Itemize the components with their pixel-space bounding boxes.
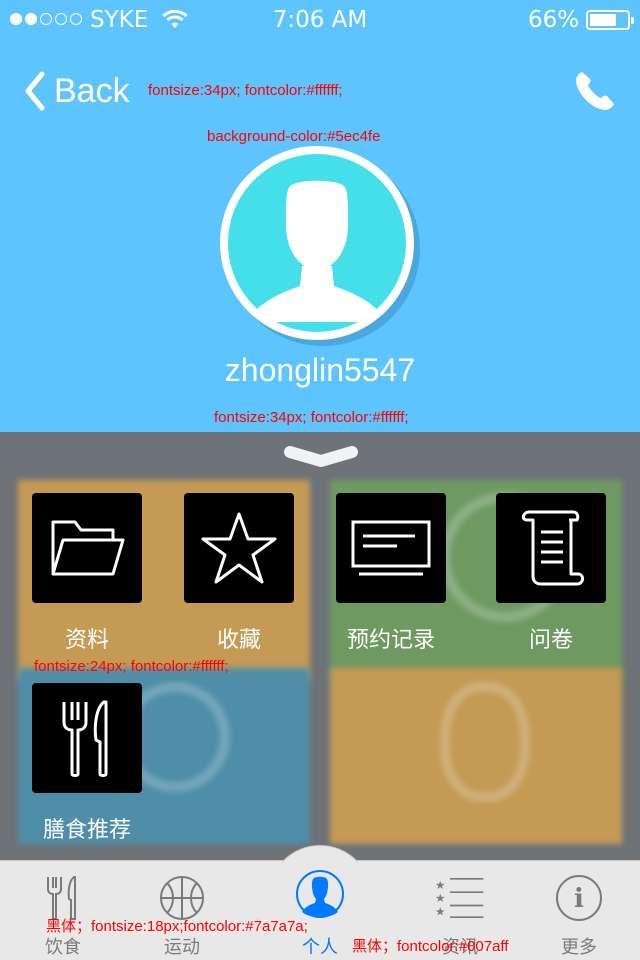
spec-note-tab-active: 黑体；fontcolor:#007aff bbox=[352, 938, 509, 955]
spec-note-background: background-color:#5ec4fe bbox=[207, 128, 381, 145]
folder-icon bbox=[51, 520, 125, 576]
phone-icon[interactable] bbox=[572, 68, 618, 114]
menu-item-questionnaire[interactable]: 问卷 bbox=[486, 493, 616, 654]
status-bar: SYKE 7:06 AM 66% bbox=[0, 0, 640, 40]
user-silhouette-icon bbox=[246, 180, 388, 322]
avatar[interactable] bbox=[220, 146, 420, 346]
chevron-left-icon bbox=[25, 71, 45, 111]
menu-item-diet-recommendation[interactable]: 膳食推荐 bbox=[22, 683, 152, 844]
fork-knife-icon bbox=[62, 700, 108, 777]
tab-label: 运动 bbox=[164, 937, 200, 958]
menu-item-appointments[interactable]: 预约记录 bbox=[326, 493, 456, 654]
menu-item-label: 预约记录 bbox=[346, 628, 435, 653]
svg-text:★: ★ bbox=[435, 878, 445, 892]
tab-exercise[interactable]: 运动 bbox=[127, 861, 237, 960]
spec-note-back: fontsize:34px; fontcolor:#ffffff; bbox=[148, 82, 343, 99]
star-icon bbox=[201, 512, 277, 584]
tab-bar: 饮食 运动 个人 ★ ★ ★ 资讯 i 更多 bbox=[0, 845, 640, 960]
back-button[interactable]: Back bbox=[24, 68, 130, 114]
menu-item-label: 收藏 bbox=[216, 628, 261, 653]
menu-item-profile[interactable]: 资料 bbox=[22, 493, 152, 654]
scroll-icon bbox=[521, 510, 585, 586]
battery-percent: 66% bbox=[528, 7, 580, 33]
svg-text:★: ★ bbox=[435, 905, 445, 919]
info-icon: i bbox=[556, 875, 602, 921]
menu-item-favorites[interactable]: 收藏 bbox=[174, 493, 304, 654]
username: zhonglin5547 bbox=[224, 352, 416, 388]
tab-label: 更多 bbox=[561, 937, 597, 958]
tab-diet[interactable]: 饮食 bbox=[8, 861, 118, 960]
svg-text:i: i bbox=[574, 884, 584, 914]
menu-item-label: 膳食推荐 bbox=[42, 818, 131, 843]
monitor-icon bbox=[351, 520, 431, 576]
tab-label: 饮食 bbox=[45, 937, 81, 958]
person-icon bbox=[296, 870, 344, 918]
battery-icon bbox=[586, 10, 634, 30]
spec-note-username: fontsize:34px; fontcolor:#ffffff; bbox=[214, 409, 409, 426]
svg-text:★: ★ bbox=[435, 891, 445, 905]
menu-item-label: 资料 bbox=[64, 628, 109, 653]
list-icon: ★ ★ ★ bbox=[435, 878, 484, 919]
menu-item-label: 问卷 bbox=[528, 628, 573, 653]
tab-more[interactable]: i 更多 bbox=[524, 861, 634, 960]
collapse-handle-icon[interactable] bbox=[284, 446, 358, 470]
back-label: Back bbox=[54, 71, 130, 110]
spec-note-tab-label: 黑体；fontsize:18px;fontcolor:#7a7a7a; bbox=[46, 918, 308, 935]
spec-note-menu-label: fontsize:24px; fontcolor:#ffffff; bbox=[34, 658, 229, 675]
